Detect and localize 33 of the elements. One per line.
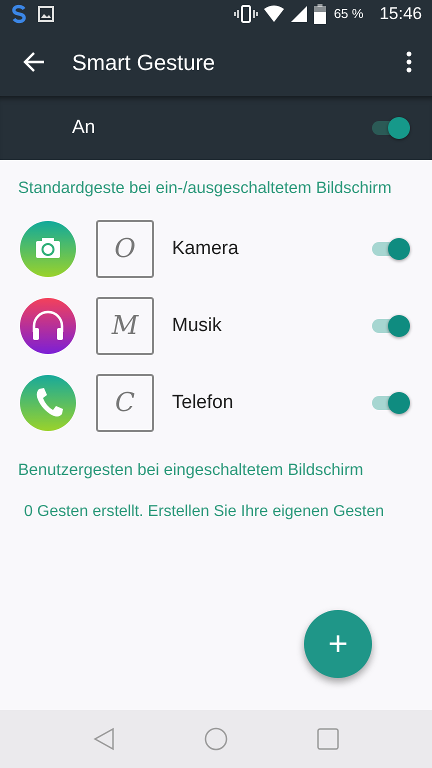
wifi-icon (264, 5, 284, 23)
master-switch-label: An (72, 116, 96, 140)
gesture-letter: C (96, 374, 154, 432)
battery-percentage: 65 % (334, 5, 364, 24)
gesture-letter: O (96, 220, 154, 278)
toggle-switch[interactable] (370, 391, 410, 416)
back-nav-icon[interactable] (92, 727, 116, 751)
add-gesture-button[interactable]: + (304, 610, 372, 678)
gesture-label: Kamera (172, 236, 240, 261)
phone-app-icon (20, 375, 76, 432)
headphones-app-icon (20, 298, 76, 354)
empty-state-text: 0 Gesten erstellt. Erstellen Sie Ihre eigenen Gesten (23, 502, 386, 522)
more-options-button[interactable] (406, 51, 412, 73)
recents-nav-icon[interactable] (316, 727, 340, 751)
gesture-label: Telefon (172, 390, 234, 415)
toggle-switch[interactable] (370, 116, 410, 140)
screen-title: Smart Gesture (72, 48, 216, 76)
vibrate-icon (234, 5, 258, 23)
toggle-switch[interactable] (370, 237, 410, 262)
back-arrow-icon (22, 50, 46, 74)
camera-app-icon (20, 221, 76, 278)
back-button[interactable] (22, 50, 46, 74)
battery-icon (314, 4, 326, 24)
signal-icon (290, 5, 308, 23)
clock: 15:46 (379, 3, 422, 26)
toggle-switch[interactable] (370, 314, 410, 338)
section-header: Benutzergesten bei eingeschaltetem Bildschirm (17, 460, 364, 481)
gesture-letter: M (96, 297, 154, 356)
more-options-icon (406, 51, 412, 73)
image-icon (38, 6, 54, 22)
gesture-label: Musik (172, 314, 223, 338)
home-nav-icon[interactable] (204, 727, 228, 751)
section-header: Standardgeste bei ein-/ausgeschaltetem Bildschirm (17, 178, 393, 199)
